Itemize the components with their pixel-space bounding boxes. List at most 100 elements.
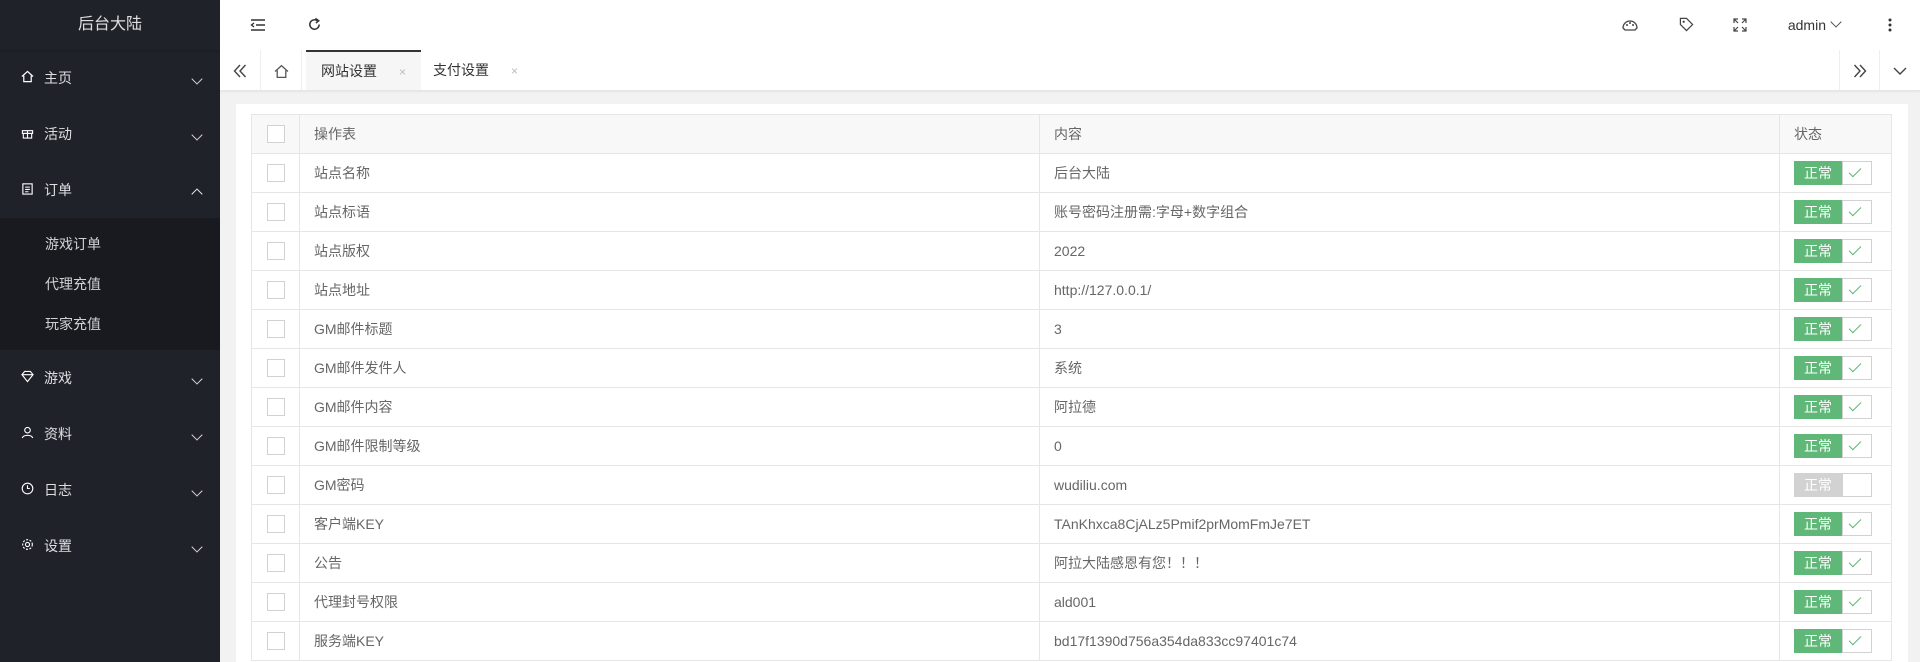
status-label: 正常 bbox=[1794, 434, 1842, 458]
status-label: 正常 bbox=[1794, 512, 1842, 536]
sidebar-item-settings[interactable]: 设置 bbox=[0, 518, 220, 574]
row-checkbox[interactable] bbox=[266, 203, 285, 222]
table-row: 公告 阿拉大陆感恩有您！！！ 正常 bbox=[251, 543, 1892, 583]
check-icon bbox=[1842, 434, 1872, 458]
tab-site-settings[interactable]: 网站设置 × bbox=[306, 50, 422, 90]
more-icon[interactable] bbox=[1870, 0, 1910, 50]
row-checkbox[interactable] bbox=[266, 554, 285, 573]
status-switch[interactable]: 正常 bbox=[1794, 395, 1872, 419]
sidebar-item-activity[interactable]: 活动 bbox=[0, 106, 220, 162]
row-checkbox[interactable] bbox=[266, 632, 285, 651]
tabs-scroll-right-icon[interactable] bbox=[1839, 50, 1880, 90]
setting-value: 账号密码注册需:字母+数字组合 bbox=[1039, 192, 1780, 232]
chevron-down-icon bbox=[190, 350, 204, 406]
status-switch[interactable]: 正常 bbox=[1794, 629, 1872, 653]
status-label: 正常 bbox=[1794, 629, 1842, 653]
row-checkbox[interactable] bbox=[266, 515, 285, 534]
setting-value: ald001 bbox=[1039, 582, 1780, 622]
setting-value: 3 bbox=[1039, 309, 1780, 349]
table-row: GM邮件标题 3 正常 bbox=[251, 309, 1892, 349]
setting-name: 服务端KEY bbox=[299, 621, 1040, 661]
check-icon bbox=[1842, 629, 1872, 653]
sidebar-item-profile[interactable]: 资料 bbox=[0, 406, 220, 462]
sidebar-subitem-game-orders[interactable]: 游戏订单 bbox=[0, 224, 220, 264]
table-row: 站点地址 http://127.0.0.1/正常 bbox=[251, 270, 1892, 310]
status-label: 正常 bbox=[1794, 161, 1842, 185]
row-select-cell bbox=[251, 348, 300, 388]
status-switch[interactable]: 正常 bbox=[1794, 512, 1872, 536]
status-switch[interactable]: 正常 bbox=[1794, 434, 1872, 458]
row-checkbox[interactable] bbox=[266, 281, 285, 300]
status-switch[interactable]: 正常 bbox=[1794, 239, 1872, 263]
sidebar-item-logs[interactable]: 日志 bbox=[0, 462, 220, 518]
status-cell: 正常 bbox=[1779, 192, 1892, 232]
status-switch[interactable]: 正常 bbox=[1794, 551, 1872, 575]
row-checkbox[interactable] bbox=[266, 320, 285, 339]
chevron-down-icon bbox=[190, 106, 204, 162]
row-checkbox[interactable] bbox=[266, 164, 285, 183]
row-select-cell bbox=[251, 270, 300, 310]
setting-name: GM邮件标题 bbox=[299, 309, 1040, 349]
tabs-menu-chevron-down-icon[interactable] bbox=[1879, 50, 1920, 90]
table-row: 服务端KEY bd17f1390d756a354da833cc97401c74 正常 bbox=[251, 621, 1892, 661]
tab-label: 支付设置 bbox=[433, 62, 489, 78]
column-header: 内容 bbox=[1039, 114, 1780, 154]
status-label: 正常 bbox=[1794, 551, 1842, 575]
close-icon[interactable]: × bbox=[511, 64, 518, 78]
sidebar-item-home[interactable]: 主页 bbox=[0, 50, 220, 106]
select-all-checkbox[interactable] bbox=[266, 125, 285, 144]
check-icon bbox=[1842, 317, 1872, 341]
chevron-up-icon bbox=[190, 162, 204, 221]
setting-value: 阿拉大陆感恩有您！！！ bbox=[1039, 543, 1780, 583]
status-label: 正常 bbox=[1794, 590, 1842, 614]
status-cell: 正常 bbox=[1779, 348, 1892, 388]
fullscreen-icon[interactable] bbox=[1720, 0, 1760, 50]
table-row: GM邮件限制等级 0 正常 bbox=[251, 426, 1892, 466]
select-all-cell bbox=[251, 114, 300, 154]
column-header: 操作表 bbox=[299, 114, 1040, 154]
home-tab-icon[interactable] bbox=[261, 50, 302, 90]
status-cell: 正常 bbox=[1779, 231, 1892, 271]
sidebar-item-orders[interactable]: 订单 bbox=[0, 162, 220, 218]
setting-name: GM邮件限制等级 bbox=[299, 426, 1040, 466]
table-row: GM密码 wudiliu.com 正常 bbox=[251, 465, 1892, 505]
setting-name: 客户端KEY bbox=[299, 504, 1040, 544]
tabs-bar: 网站设置 × 支付设置 × bbox=[220, 50, 1920, 91]
sidebar-item-games[interactable]: 游戏 bbox=[0, 350, 220, 406]
status-label: 正常 bbox=[1794, 395, 1842, 419]
table-row: GM邮件发件人 系统 正常 bbox=[251, 348, 1892, 388]
diamond-icon bbox=[20, 351, 34, 407]
status-switch[interactable]: 正常 bbox=[1794, 473, 1872, 497]
close-icon[interactable]: × bbox=[399, 65, 406, 79]
refresh-icon[interactable] bbox=[294, 0, 334, 50]
setting-value: http://127.0.0.1/ bbox=[1039, 270, 1780, 310]
status-label: 正常 bbox=[1794, 239, 1842, 263]
row-checkbox[interactable] bbox=[266, 437, 285, 456]
row-checkbox[interactable] bbox=[266, 359, 285, 378]
status-switch[interactable]: 正常 bbox=[1794, 590, 1872, 614]
row-checkbox[interactable] bbox=[266, 242, 285, 261]
status-switch[interactable]: 正常 bbox=[1794, 317, 1872, 341]
sidebar-subitem-player-recharge[interactable]: 玩家充值 bbox=[0, 304, 220, 344]
menu-collapse-icon[interactable] bbox=[238, 0, 278, 50]
sidebar-item-label: 游戏 bbox=[44, 370, 72, 386]
status-switch[interactable]: 正常 bbox=[1794, 278, 1872, 302]
table-header-row: 操作表 内容 状态 bbox=[251, 114, 1892, 154]
row-select-cell bbox=[251, 465, 300, 505]
status-label: 正常 bbox=[1794, 356, 1842, 380]
theme-icon[interactable] bbox=[1610, 0, 1650, 50]
sidebar-subitem-agent-recharge[interactable]: 代理充值 bbox=[0, 264, 220, 304]
setting-value: 后台大陆 bbox=[1039, 153, 1780, 193]
user-menu[interactable]: admin bbox=[1788, 0, 1840, 50]
row-select-cell bbox=[251, 231, 300, 271]
tag-icon[interactable] bbox=[1666, 0, 1706, 50]
status-switch[interactable]: 正常 bbox=[1794, 200, 1872, 224]
row-checkbox[interactable] bbox=[266, 476, 285, 495]
row-checkbox[interactable] bbox=[266, 398, 285, 417]
check-icon bbox=[1842, 161, 1872, 185]
status-switch[interactable]: 正常 bbox=[1794, 356, 1872, 380]
status-switch[interactable]: 正常 bbox=[1794, 161, 1872, 185]
tab-payment-settings[interactable]: 支付设置 × bbox=[418, 50, 533, 90]
tabs-scroll-left-icon[interactable] bbox=[220, 50, 261, 90]
row-checkbox[interactable] bbox=[266, 593, 285, 612]
